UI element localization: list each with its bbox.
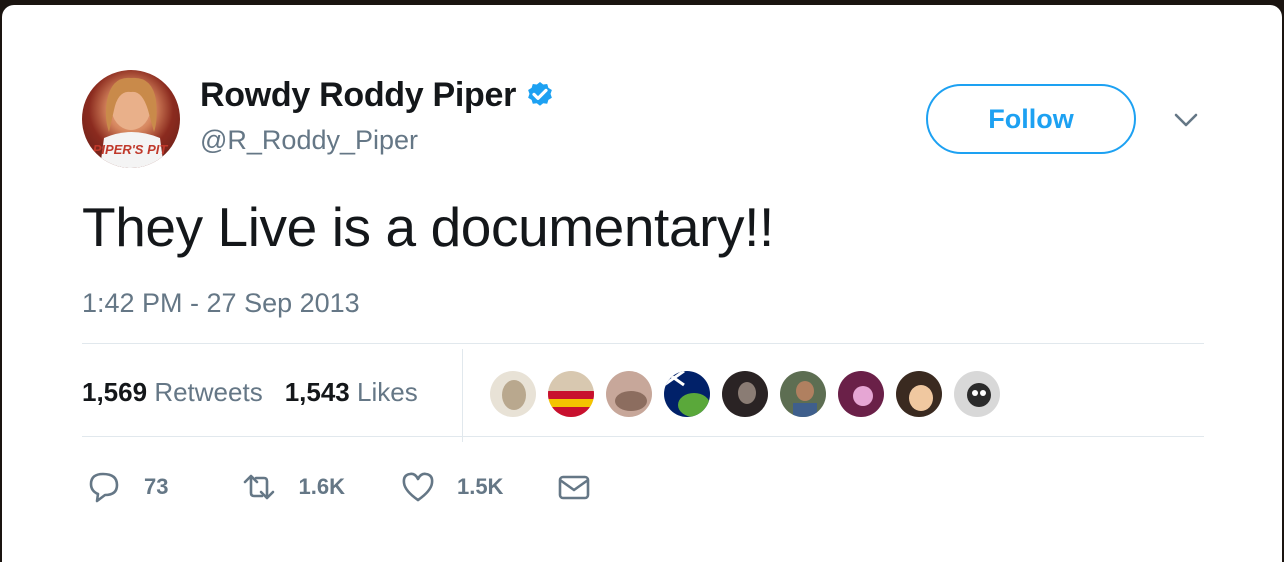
reply-action[interactable]: 73 [88, 470, 168, 504]
follow-button[interactable]: Follow [926, 84, 1136, 154]
reply-count: 73 [144, 474, 169, 499]
likes-stat[interactable]: 1,543 Likes [285, 377, 418, 408]
liker-avatar[interactable] [952, 369, 1002, 419]
likes-label: Likes [357, 377, 418, 407]
reply-icon [89, 472, 119, 503]
divider-bottom [82, 436, 1204, 437]
liker-avatar[interactable] [836, 369, 886, 419]
liker-avatar[interactable] [720, 369, 770, 419]
user-avatar[interactable]: PIPER'S PIT [82, 70, 180, 168]
like-count: 1.5K [456, 474, 504, 499]
retweet-action[interactable]: 1.6K [242, 470, 345, 504]
retweet-count: 1.6K [298, 474, 345, 499]
liker-avatar[interactable] [488, 369, 538, 419]
like-action[interactable]: 1.5K [401, 470, 503, 504]
svg-text:PIPER'S PIT: PIPER'S PIT [93, 142, 169, 157]
retweets-label: Retweets [154, 377, 263, 407]
retweet-icon [244, 474, 275, 500]
chevron-down-icon[interactable] [1172, 107, 1200, 131]
envelope-icon [559, 475, 590, 500]
verified-badge-icon [528, 81, 552, 106]
user-handle[interactable]: @R_Roddy_Piper [200, 125, 418, 156]
tweet-card: PIPER'S PIT Rowdy Roddy Piper @R_Roddy_P… [2, 5, 1282, 562]
divider-top [82, 343, 1204, 344]
liker-avatar[interactable] [894, 369, 944, 419]
retweets-stat[interactable]: 1,569 Retweets [82, 377, 263, 408]
liker-avatar[interactable] [546, 369, 596, 419]
retweets-count: 1,569 [82, 377, 148, 407]
user-name-row: Rowdy Roddy Piper [200, 76, 556, 115]
tweet-text: They Live is a documentary!! [82, 196, 774, 258]
liker-avatar[interactable] [662, 369, 712, 419]
tweet-timestamp[interactable]: 1:42 PM - 27 Sep 2013 [82, 288, 360, 319]
message-action[interactable] [557, 470, 591, 504]
tweet-stats: 1,569 Retweets 1,543 Likes [82, 377, 418, 408]
liker-avatar[interactable] [778, 369, 828, 419]
likes-count: 1,543 [284, 377, 350, 407]
heart-icon [402, 472, 434, 502]
stats-divider [462, 349, 463, 442]
user-name[interactable]: Rowdy Roddy Piper [200, 76, 516, 115]
liker-avatar[interactable] [604, 369, 654, 419]
tweet-actions: 73 1.6K 1.5K [88, 470, 591, 504]
liker-avatars [488, 369, 1002, 419]
